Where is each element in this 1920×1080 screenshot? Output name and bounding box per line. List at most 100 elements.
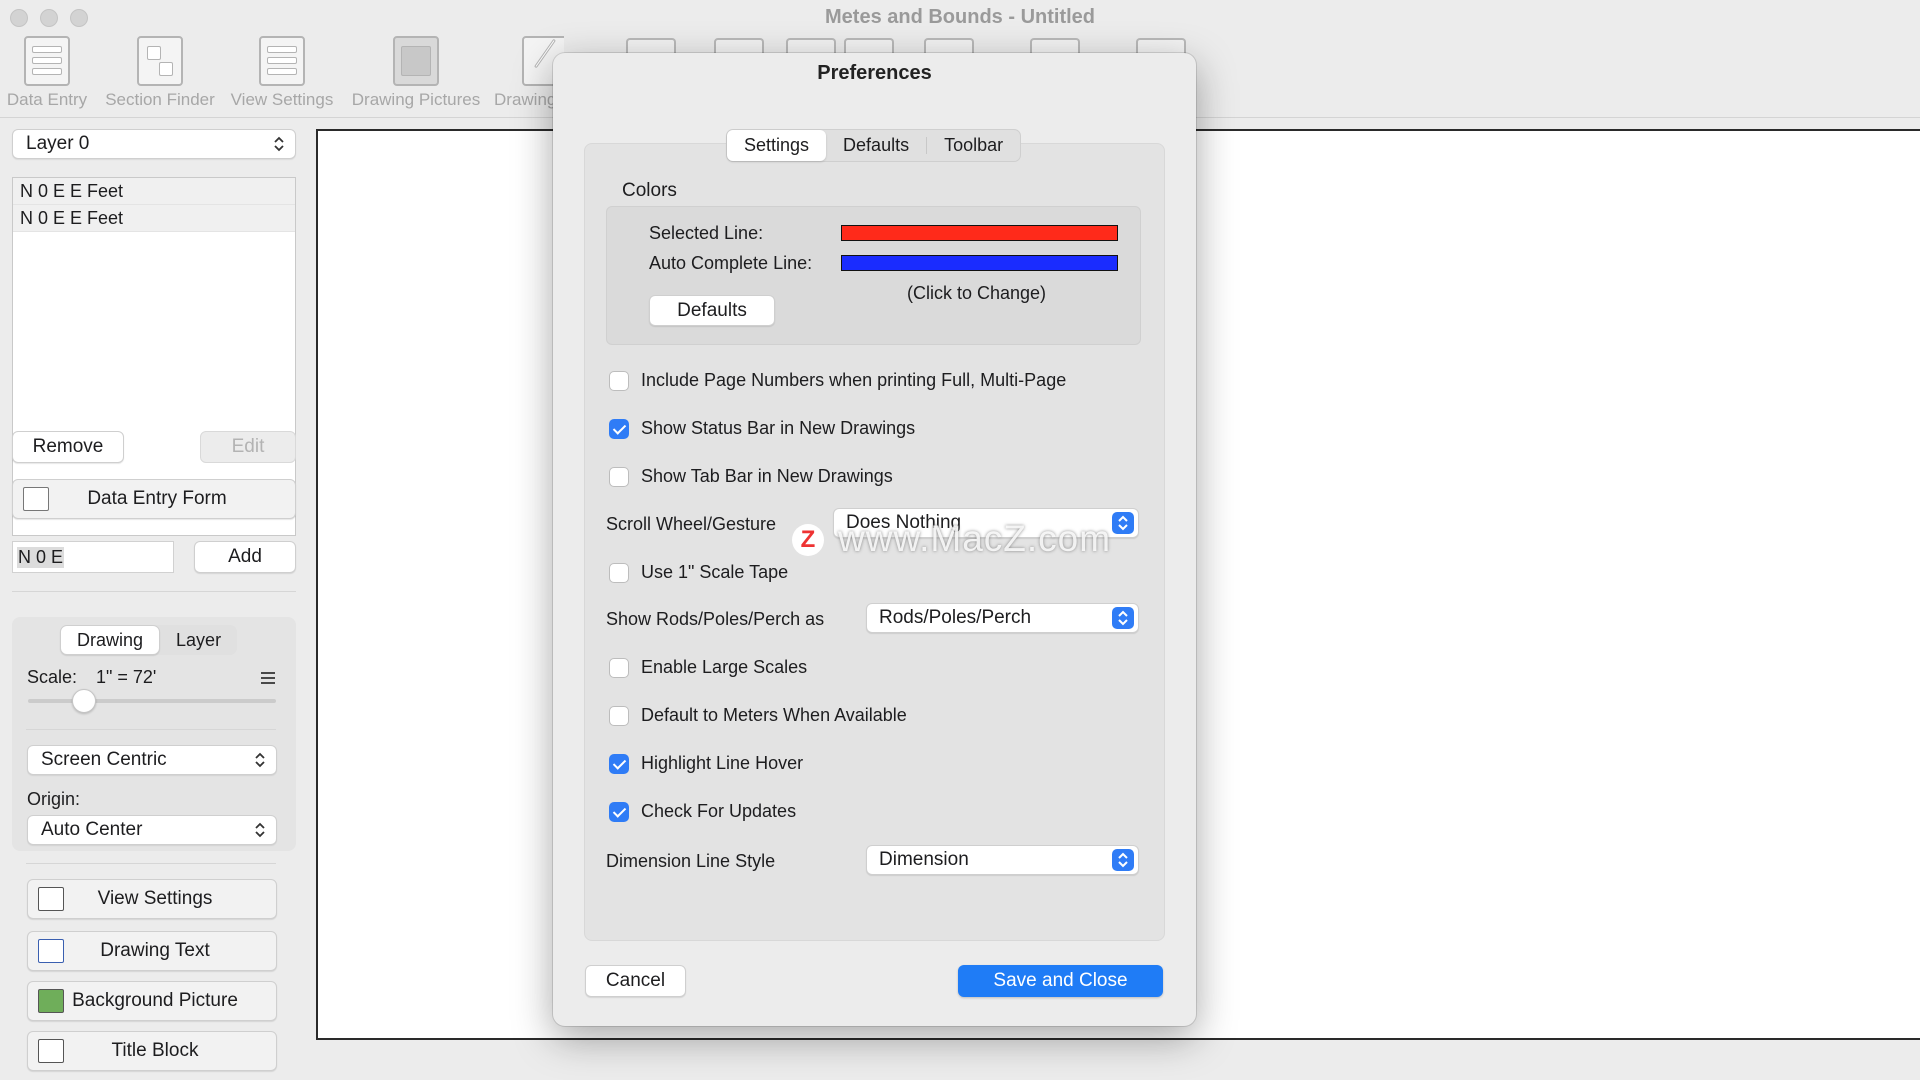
origin-label: Origin:: [27, 789, 81, 809]
check-updates-option[interactable]: Check For Updates: [609, 801, 796, 822]
colors-defaults-button[interactable]: Defaults: [649, 295, 775, 326]
large-scales-option[interactable]: Enable Large Scales: [609, 657, 807, 678]
background-picture-button[interactable]: Background Picture: [27, 981, 277, 1021]
toolbar-drawing-pictures[interactable]: Drawing Pictures: [346, 36, 486, 114]
preferences-tabs: Settings Defaults Toolbar: [726, 129, 1022, 162]
meters-checkbox[interactable]: [609, 705, 629, 726]
call-input[interactable]: N 0 E: [12, 541, 174, 573]
highlight-hover-label: Highlight Line Hover: [641, 753, 804, 773]
data-entry-form-label: Data Entry Form: [87, 488, 227, 509]
scale-label: Scale:: [27, 667, 78, 687]
scale-slider-track[interactable]: [28, 699, 276, 703]
layer-select-value: Layer 0: [26, 133, 90, 154]
toolbar-view-settings-label: View Settings: [230, 90, 334, 109]
drawing-text-button[interactable]: Drawing Text: [27, 931, 277, 971]
toolbar-view-settings[interactable]: View Settings: [226, 36, 338, 114]
data-entry-form-icon: [23, 487, 49, 511]
divider: [26, 863, 276, 864]
list-item[interactable]: N 0 E E Feet: [13, 178, 295, 205]
scale-tape-label: Use 1" Scale Tape: [641, 562, 789, 582]
auto-complete-line-color-swatch[interactable]: [841, 255, 1118, 271]
dimension-style-label: Dimension Line Style: [606, 851, 776, 871]
dialog-title: Preferences: [817, 62, 932, 84]
scale-value: 1" = 72': [96, 667, 157, 687]
large-scales-checkbox[interactable]: [609, 657, 629, 678]
colors-heading: Colors: [622, 180, 677, 201]
colors-box: Selected Line: Auto Complete Line: (Clic…: [606, 206, 1141, 345]
toolbar-data-entry[interactable]: Data Entry: [4, 36, 90, 114]
chevron-updown-icon: [1112, 607, 1134, 629]
scroll-wheel-label: Scroll Wheel/Gesture: [606, 514, 777, 534]
meters-label: Default to Meters When Available: [641, 705, 907, 725]
status-bar-option[interactable]: Show Status Bar in New Drawings: [609, 418, 915, 439]
dimension-style-select[interactable]: Dimension: [866, 845, 1139, 875]
text-pen-icon: [38, 939, 64, 963]
page-numbers-checkbox[interactable]: [609, 370, 629, 391]
background-picture-label: Background Picture: [72, 990, 238, 1011]
status-bar-label: Show Status Bar in New Drawings: [641, 418, 916, 438]
view-settings-label: View Settings: [97, 888, 213, 909]
cancel-button[interactable]: Cancel: [585, 965, 686, 997]
toolbar-data-entry-label: Data Entry: [6, 90, 88, 109]
chevron-updown-icon: [1112, 849, 1134, 871]
tab-drawing[interactable]: Drawing: [60, 625, 161, 655]
title-block-label: Title Block: [111, 1040, 199, 1061]
tab-layer[interactable]: Layer: [160, 625, 237, 655]
watermark-text: www.MacZ.com: [838, 518, 1112, 559]
origin-select-value: Auto Center: [41, 819, 143, 840]
toolbar-drawing-pictures-label: Drawing Pictures: [351, 90, 481, 109]
centering-select[interactable]: Screen Centric: [27, 745, 277, 775]
highlight-hover-checkbox[interactable]: [609, 753, 629, 774]
selected-line-color-swatch[interactable]: [841, 225, 1118, 241]
rods-select[interactable]: Rods/Poles/Perch: [866, 603, 1139, 633]
menu-icon[interactable]: [260, 671, 276, 685]
auto-complete-line-label: Auto Complete Line:: [649, 253, 813, 273]
centering-select-value: Screen Centric: [41, 749, 167, 770]
data-entry-icon: [24, 36, 70, 86]
list-item[interactable]: N 0 E E Feet: [13, 205, 295, 232]
status-bar-checkbox[interactable]: [609, 418, 629, 439]
rods-label: Show Rods/Poles/Perch as: [606, 609, 825, 629]
chevron-updown-icon: [274, 136, 284, 152]
check-updates-checkbox[interactable]: [609, 801, 629, 822]
picture-icon: [38, 989, 64, 1013]
window-title: Metes and Bounds - Untitled: [825, 6, 1095, 28]
edit-button[interactable]: Edit: [200, 431, 296, 463]
tab-toolbar[interactable]: Toolbar: [927, 130, 1020, 161]
divider: [26, 729, 276, 730]
dimension-style-value: Dimension: [879, 849, 969, 870]
tab-settings[interactable]: Settings: [727, 130, 827, 161]
meters-option[interactable]: Default to Meters When Available: [609, 705, 907, 726]
watermark-logo: Z: [792, 524, 824, 556]
drawing-text-label: Drawing Text: [100, 940, 210, 961]
tab-bar-label: Show Tab Bar in New Drawings: [641, 466, 893, 486]
view-settings-icon: [259, 36, 305, 86]
origin-select[interactable]: Auto Center: [27, 815, 277, 845]
drawing-pictures-icon: [393, 36, 439, 86]
page-numbers-label: Include Page Numbers when printing Full,…: [641, 370, 1067, 390]
tab-defaults[interactable]: Defaults: [826, 130, 926, 161]
page-numbers-option[interactable]: Include Page Numbers when printing Full,…: [609, 370, 1066, 391]
chevron-updown-icon: [255, 752, 265, 768]
scale-tape-option[interactable]: Use 1" Scale Tape: [609, 562, 788, 583]
view-settings-button[interactable]: View Settings: [27, 879, 277, 919]
checklist-icon: [38, 887, 64, 911]
save-and-close-button[interactable]: Save and Close: [958, 965, 1163, 997]
title-block-button[interactable]: Title Block: [27, 1031, 277, 1071]
scale-tape-checkbox[interactable]: [609, 562, 629, 583]
toolbar-section-finder[interactable]: Section Finder: [100, 36, 220, 114]
large-scales-label: Enable Large Scales: [641, 657, 808, 677]
call-input-value: N 0 E: [17, 546, 65, 568]
chevron-updown-icon: [255, 822, 265, 838]
add-button[interactable]: Add: [194, 541, 296, 573]
layer-select[interactable]: Layer 0: [12, 129, 296, 159]
divider: [12, 591, 296, 592]
highlight-hover-option[interactable]: Highlight Line Hover: [609, 753, 803, 774]
remove-button[interactable]: Remove: [12, 431, 124, 463]
chevron-updown-icon: [1112, 512, 1134, 534]
drawing-layer-tabs: Drawing Layer: [60, 625, 238, 655]
tab-bar-checkbox[interactable]: [609, 466, 629, 487]
tab-bar-option[interactable]: Show Tab Bar in New Drawings: [609, 466, 893, 487]
data-entry-form-button[interactable]: Data Entry Form: [12, 479, 296, 519]
scale-slider-knob[interactable]: [72, 689, 96, 713]
